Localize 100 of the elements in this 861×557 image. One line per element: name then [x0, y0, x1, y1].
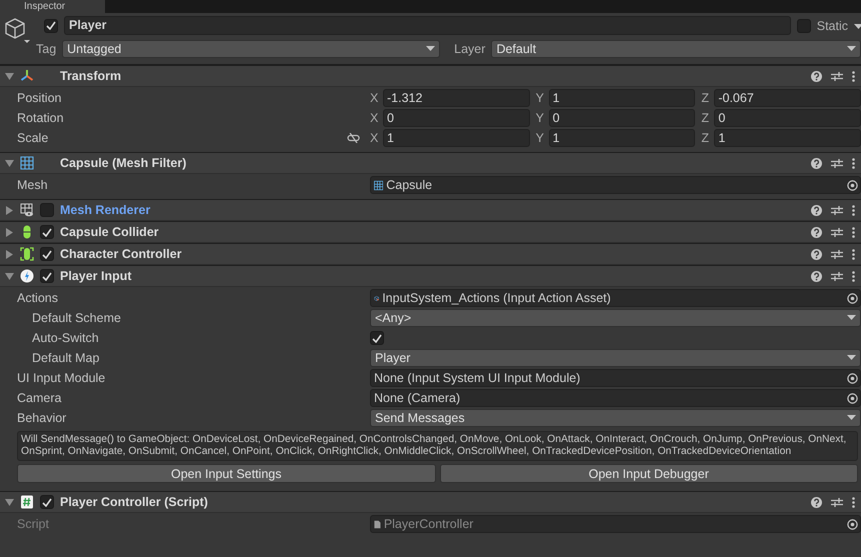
object-picker-icon[interactable] — [847, 180, 858, 190]
layer-dropdown[interactable]: Default — [491, 40, 861, 58]
action-button[interactable]: Open Input Debugger — [440, 464, 858, 483]
sliders-icon[interactable] — [831, 70, 843, 82]
capsule-frame-icon — [20, 247, 34, 261]
sliders-icon[interactable] — [831, 226, 843, 238]
help-icon[interactable] — [811, 204, 822, 216]
lightning-circle-icon — [20, 269, 34, 283]
axes-icon — [20, 69, 34, 83]
cube-icon[interactable] — [4, 16, 31, 46]
grid-icon — [20, 156, 34, 170]
caret-icon — [847, 315, 856, 321]
dropdown[interactable]: Send Messages — [370, 409, 861, 427]
object-picker-icon[interactable] — [847, 392, 858, 404]
number-field[interactable]: -1.312 — [383, 89, 530, 107]
help-icon[interactable] — [811, 70, 822, 82]
file-icon — [374, 518, 381, 530]
help-icon[interactable] — [811, 270, 822, 282]
object-picker-icon[interactable] — [847, 518, 858, 530]
object-picker-icon[interactable] — [847, 292, 858, 304]
foldout-arrow-icon[interactable] — [5, 250, 14, 258]
foldout-arrow-icon[interactable] — [5, 498, 14, 506]
component-header[interactable]: Player Input — [0, 265, 861, 287]
help-icon[interactable] — [811, 226, 822, 238]
checkbox[interactable] — [40, 247, 54, 261]
sliders-icon[interactable] — [831, 496, 843, 508]
number-field[interactable]: 1 — [548, 129, 696, 147]
action-button[interactable]: Open Input Settings — [17, 464, 436, 483]
foldout-arrow-icon[interactable] — [5, 206, 14, 214]
dropdown[interactable]: Player — [370, 349, 861, 367]
checkbox[interactable] — [44, 18, 58, 32]
sliders-icon[interactable] — [831, 204, 843, 216]
more-options-icon[interactable] — [852, 496, 855, 508]
component-title: Player Input — [60, 269, 132, 283]
unlinked-chain-icon[interactable] — [347, 133, 360, 143]
component-title: Capsule Collider — [60, 225, 159, 239]
checkbox[interactable] — [40, 203, 54, 217]
more-options-icon[interactable] — [852, 70, 855, 82]
axis-label: Z — [701, 111, 710, 125]
axis-label: Y — [536, 111, 544, 125]
caret-icon — [847, 355, 856, 361]
grid-eye-icon — [20, 203, 34, 217]
name-field[interactable]: Player — [64, 16, 791, 35]
help-message: Will SendMessage() to GameObject: OnDeviceLost, OnDeviceRegained, OnControlsChanged, OnMove, OnLook, OnAttack, OnInteract, OnCrouch, OnJump, OnPrevious, OnNext, OnSprint, OnNavigate, OnSubmit, OnCancel, OnPoint, OnClick, OnRightClick, OnMiddleClick, OnScrollWheel, OnTrackedDevicePosition, OnTrackedDeviceOrientation — [17, 431, 858, 461]
checkbox[interactable] — [370, 331, 384, 345]
field-label: Camera — [16, 391, 62, 405]
axis-label: Y — [536, 91, 544, 105]
help-icon[interactable] — [811, 248, 822, 260]
dropdown[interactable]: <Any> — [370, 309, 861, 327]
sliders-icon[interactable] — [831, 270, 843, 282]
component-title: Player Controller (Script) — [60, 495, 208, 509]
field-label: Mesh — [16, 178, 49, 192]
caret-icon — [847, 46, 856, 52]
object-field[interactable]: Capsule — [370, 176, 861, 194]
checkbox[interactable] — [40, 225, 54, 239]
foldout-arrow-icon[interactable] — [5, 72, 14, 80]
checkbox[interactable] — [40, 269, 54, 283]
number-field[interactable]: 0 — [383, 109, 530, 127]
field-label: UI Input Module — [16, 371, 106, 385]
sliders-icon[interactable] — [831, 158, 843, 168]
sliders-icon[interactable] — [831, 248, 843, 260]
checkbox[interactable] — [40, 495, 54, 509]
object-field[interactable]: None (Input System UI Input Module) — [370, 369, 861, 387]
object-field[interactable]: None (Camera) — [370, 389, 861, 407]
checkbox[interactable] — [796, 18, 811, 32]
component-header[interactable]: Capsule (Mesh Filter) — [0, 152, 861, 174]
more-options-icon[interactable] — [852, 270, 855, 282]
object-picker-icon[interactable] — [847, 372, 858, 384]
component-header[interactable]: Character Controller — [0, 243, 861, 265]
tag-dropdown[interactable]: Untagged — [62, 40, 440, 58]
field-label: Script — [16, 517, 50, 531]
foldout-arrow-icon[interactable] — [5, 158, 14, 168]
more-options-icon[interactable] — [852, 248, 855, 260]
component-header[interactable]: Player Controller (Script) — [0, 491, 861, 513]
number-field[interactable]: 1 — [548, 89, 696, 107]
component-header[interactable]: Transform — [0, 65, 861, 87]
number-field[interactable]: 0 — [714, 109, 861, 127]
foldout-arrow-icon[interactable] — [5, 272, 14, 280]
number-field[interactable]: 1 — [714, 129, 861, 147]
grid-icon — [374, 180, 384, 190]
field-label: Rotation — [16, 111, 64, 125]
component-header[interactable]: Capsule Collider — [0, 221, 861, 243]
component-header[interactable]: Mesh Renderer — [0, 199, 861, 221]
static-label: Static — [816, 18, 848, 32]
help-icon[interactable] — [811, 158, 822, 168]
number-field[interactable]: 0 — [548, 109, 696, 127]
field-label: Auto-Switch — [31, 331, 100, 345]
number-field[interactable]: 1 — [383, 129, 530, 147]
inspector-tab[interactable]: Inspector — [0, 0, 105, 13]
tag-label: Tag — [36, 42, 56, 56]
more-options-icon[interactable] — [852, 158, 855, 168]
number-field[interactable]: -0.067 — [714, 89, 861, 107]
more-options-icon[interactable] — [852, 204, 855, 216]
foldout-arrow-icon[interactable] — [5, 228, 14, 236]
help-icon[interactable] — [811, 496, 822, 508]
caret-icon — [854, 24, 861, 30]
axis-label: Y — [536, 131, 544, 145]
component-title: Character Controller — [60, 247, 182, 261]
object-field[interactable]: InputSystem_Actions (Input Action Asset) — [370, 289, 861, 307]
more-options-icon[interactable] — [852, 226, 855, 238]
